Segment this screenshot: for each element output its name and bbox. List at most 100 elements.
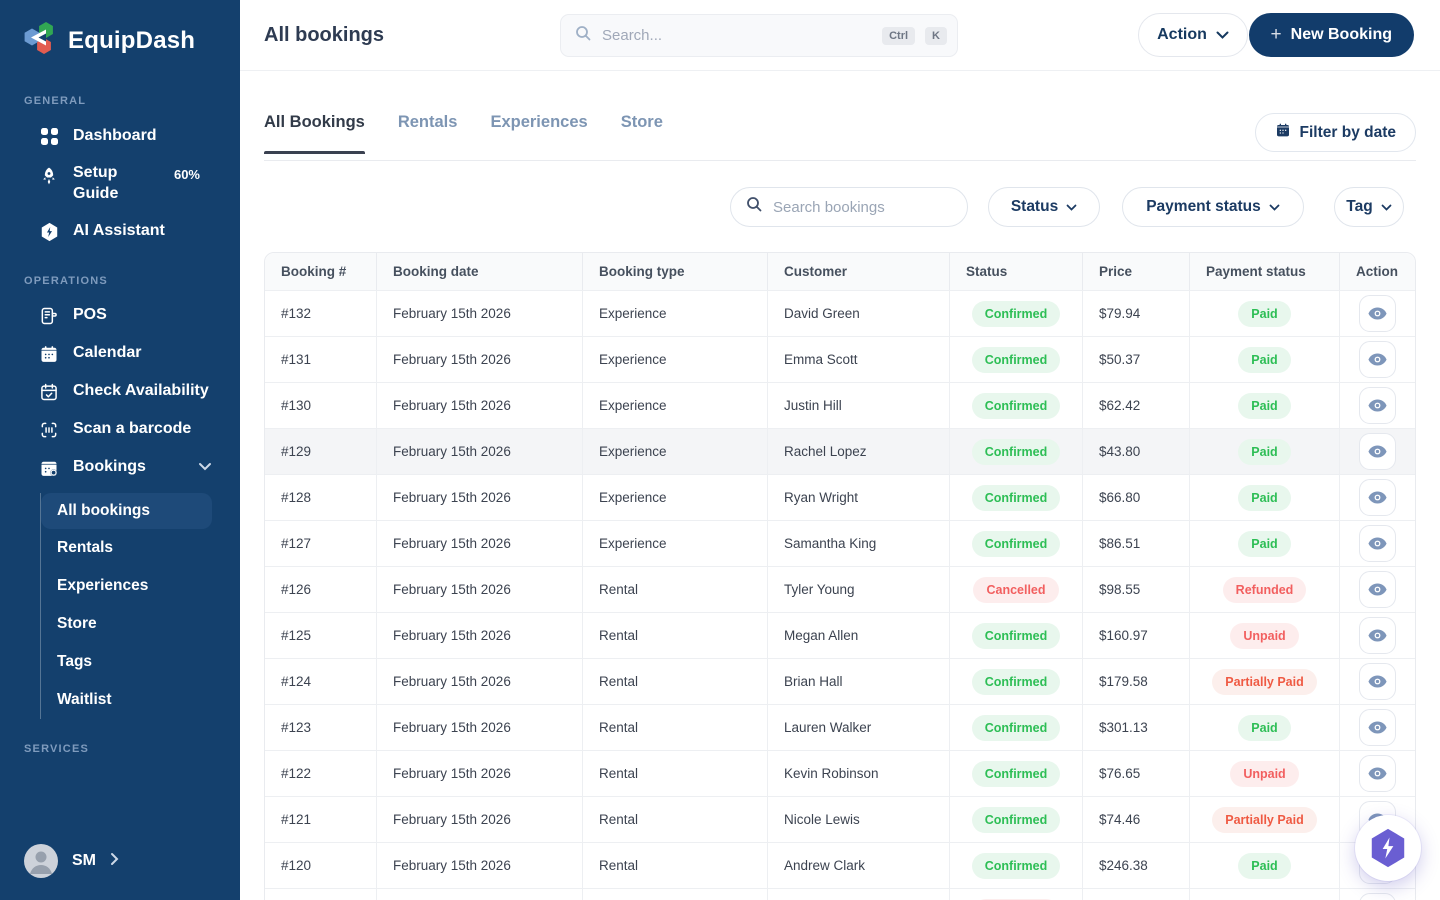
view-booking-button[interactable] xyxy=(1359,571,1396,608)
view-booking-button[interactable] xyxy=(1359,387,1396,424)
filter-by-date-button[interactable]: Filter by date xyxy=(1255,113,1416,152)
view-booking-button[interactable] xyxy=(1359,433,1396,470)
user-menu[interactable]: SM xyxy=(24,844,119,878)
chevron-down-icon xyxy=(1381,198,1392,216)
view-booking-button[interactable] xyxy=(1359,617,1396,654)
view-booking-button[interactable] xyxy=(1359,295,1396,332)
table-row[interactable]: #129 February 15th 2026 Experience Rache… xyxy=(265,428,1415,474)
table-row[interactable]: #123 February 15th 2026 Rental Lauren Wa… xyxy=(265,704,1415,750)
section-label-general: GENERAL xyxy=(24,95,240,107)
action-cell xyxy=(1340,567,1415,612)
table-row[interactable]: #121 February 15th 2026 Rental Nicole Le… xyxy=(265,796,1415,842)
tab-store[interactable]: Store xyxy=(621,113,663,154)
table-row[interactable]: #128 February 15th 2026 Experience Ryan … xyxy=(265,474,1415,520)
booking-date-cell: February 15th 2026 xyxy=(377,337,583,382)
table-row[interactable]: #125 February 15th 2026 Rental Megan All… xyxy=(265,612,1415,658)
submenu-item-store[interactable]: Store xyxy=(41,605,212,643)
customer-cell: Rachel Lopez xyxy=(768,429,950,474)
column-header-customer: Customer xyxy=(768,253,950,290)
sidebar-item-bookings[interactable]: Bookings xyxy=(0,449,240,487)
payment-status-badge: Paid xyxy=(1238,485,1290,511)
view-booking-button[interactable] xyxy=(1359,709,1396,746)
booking-type-cell: Experience xyxy=(583,475,768,520)
table-row[interactable]: #131 February 15th 2026 Experience Emma … xyxy=(265,336,1415,382)
submenu-item-tags[interactable]: Tags xyxy=(41,643,212,681)
view-booking-button[interactable] xyxy=(1359,479,1396,516)
filter-by-date-label: Filter by date xyxy=(1300,124,1396,142)
table-row[interactable]: #120 February 15th 2026 Rental Andrew Cl… xyxy=(265,842,1415,888)
bookings-search[interactable] xyxy=(730,187,968,227)
status-filter-dropdown[interactable]: Status xyxy=(988,187,1100,227)
table-row[interactable]: #126 February 15th 2026 Rental Tyler You… xyxy=(265,566,1415,612)
tab-all-bookings[interactable]: All Bookings xyxy=(264,113,365,154)
view-booking-button[interactable] xyxy=(1359,341,1396,378)
column-header-action: Action xyxy=(1340,253,1415,290)
sidebar-item-check-availability[interactable]: Check Availability xyxy=(0,373,240,411)
status-cell: Confirmed xyxy=(950,705,1083,750)
view-booking-button[interactable] xyxy=(1359,755,1396,792)
view-booking-button[interactable] xyxy=(1359,663,1396,700)
table-row[interactable]: #127 February 15th 2026 Experience Saman… xyxy=(265,520,1415,566)
customer-cell: Andrew Clark xyxy=(768,843,950,888)
setup-progress-badge: 60% xyxy=(174,167,200,184)
view-booking-button[interactable] xyxy=(1359,893,1396,900)
sidebar-item-setup-guide[interactable]: Setup Guide 60% xyxy=(0,155,240,213)
kbd-ctrl: Ctrl xyxy=(882,27,915,45)
sidebar-item-dashboard[interactable]: Dashboard xyxy=(0,117,240,155)
rocket-icon xyxy=(38,165,60,187)
calendar-icon xyxy=(1275,122,1291,143)
sidebar-item-label: Calendar xyxy=(73,343,141,364)
submenu-item-experiences[interactable]: Experiences xyxy=(41,567,212,605)
table-row[interactable]: #130 February 15th 2026 Experience Justi… xyxy=(265,382,1415,428)
submenu-item-waitlist[interactable]: Waitlist xyxy=(41,681,212,719)
booking-number-cell: #124 xyxy=(265,659,377,704)
table-row[interactable]: Picked Up xyxy=(265,888,1415,900)
action-cell xyxy=(1340,613,1415,658)
action-cell xyxy=(1340,383,1415,428)
booking-date-cell: February 15th 2026 xyxy=(377,751,583,796)
global-search[interactable]: Ctrl K xyxy=(560,14,958,57)
status-badge: Confirmed xyxy=(972,669,1061,695)
chevron-down-icon xyxy=(198,457,212,478)
price-cell: $74.46 xyxy=(1083,797,1190,842)
tab-experiences[interactable]: Experiences xyxy=(490,113,587,154)
booking-number-cell: #132 xyxy=(265,291,377,336)
sidebar-item-pos[interactable]: POS xyxy=(0,297,240,335)
table-row[interactable]: #132 February 15th 2026 Experience David… xyxy=(265,290,1415,336)
tag-filter-dropdown[interactable]: Tag xyxy=(1334,187,1404,227)
payment-status-cell: Partially Paid xyxy=(1190,797,1340,842)
submenu-item-rentals[interactable]: Rentals xyxy=(41,529,212,567)
sidebar-item-ai-assistant[interactable]: AI Assistant xyxy=(0,213,240,251)
customer-cell: Emma Scott xyxy=(768,337,950,382)
booking-number-cell: #120 xyxy=(265,843,377,888)
status-cell: Confirmed xyxy=(950,659,1083,704)
table-row[interactable]: #124 February 15th 2026 Rental Brian Hal… xyxy=(265,658,1415,704)
customer-cell: Tyler Young xyxy=(768,567,950,612)
table-row[interactable]: #122 February 15th 2026 Rental Kevin Rob… xyxy=(265,750,1415,796)
payment-status-cell xyxy=(1190,889,1340,900)
payment-status-filter-dropdown[interactable]: Payment status xyxy=(1122,187,1304,227)
sidebar-item-scan-barcode[interactable]: Scan a barcode xyxy=(0,411,240,449)
tab-rentals[interactable]: Rentals xyxy=(398,113,458,154)
sidebar-item-calendar[interactable]: Calendar xyxy=(0,335,240,373)
booking-date-cell: February 15th 2026 xyxy=(377,429,583,474)
column-header-status: Status xyxy=(950,253,1083,290)
bookings-search-input[interactable] xyxy=(773,199,972,216)
payment-status-badge: Paid xyxy=(1238,393,1290,419)
booking-number-cell: #126 xyxy=(265,567,377,612)
assistant-fab-button[interactable] xyxy=(1355,815,1421,881)
customer-cell: Kevin Robinson xyxy=(768,751,950,796)
payment-status-badge: Paid xyxy=(1238,531,1290,557)
action-button[interactable]: Action xyxy=(1138,13,1248,57)
status-cell: Cancelled xyxy=(950,567,1083,612)
price-cell: $66.80 xyxy=(1083,475,1190,520)
new-booking-button[interactable]: + New Booking xyxy=(1249,13,1414,57)
booking-date-cell: February 15th 2026 xyxy=(377,475,583,520)
booking-type-cell: Experience xyxy=(583,429,768,474)
global-search-input[interactable] xyxy=(602,27,872,44)
status-badge: Confirmed xyxy=(972,347,1061,373)
payment-status-cell: Paid xyxy=(1190,705,1340,750)
customer-cell: Megan Allen xyxy=(768,613,950,658)
submenu-item-all-bookings[interactable]: All bookings xyxy=(41,493,212,529)
view-booking-button[interactable] xyxy=(1359,525,1396,562)
